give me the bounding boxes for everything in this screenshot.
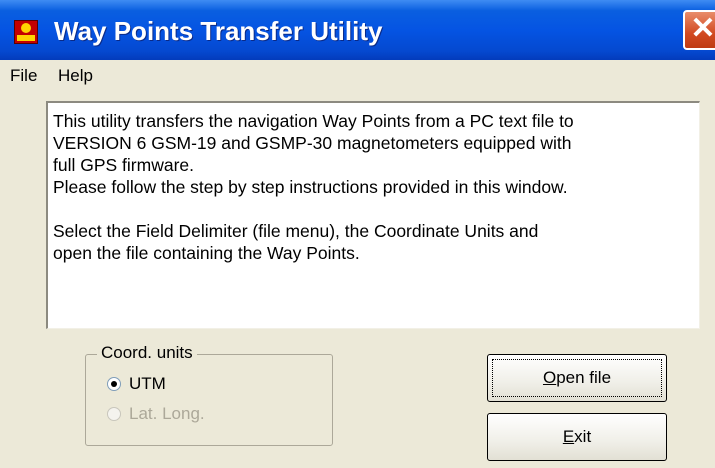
radio-utm-label[interactable]: UTM (129, 374, 166, 394)
title-bar[interactable]: Way Points Transfer Utility ✕ (0, 0, 715, 60)
mnemonic-o: O (542, 368, 557, 387)
menu-file[interactable]: File (10, 66, 37, 86)
info-line: open the file containing the Way Points. (53, 243, 360, 263)
open-file-label: Open file (488, 368, 666, 388)
app-icon[interactable] (14, 20, 38, 44)
info-line: VERSION 6 GSM-19 and GSMP-30 magnetomete… (53, 133, 572, 153)
instructions-text-box[interactable]: This utility transfers the navigation Wa… (46, 101, 700, 329)
menu-help[interactable]: Help (58, 66, 93, 86)
radio-unselected-icon[interactable] (107, 407, 121, 421)
info-line: Please follow the step by step instructi… (53, 177, 568, 197)
close-icon[interactable]: ✕ (683, 10, 715, 50)
radio-selected-icon[interactable] (107, 377, 121, 391)
open-file-button[interactable]: Open file (487, 354, 667, 402)
window-title: Way Points Transfer Utility (54, 16, 383, 46)
main-window: Way Points Transfer Utility ✕ File Help … (0, 0, 715, 468)
info-line: This utility transfers the navigation Wa… (53, 111, 574, 131)
radio-lat-long-label[interactable]: Lat. Long. (129, 404, 205, 424)
info-line: full GPS firmware. (53, 155, 194, 175)
exit-rest: xit (574, 427, 592, 446)
mnemonic-e: E (562, 427, 575, 446)
open-file-rest: pen file (556, 368, 612, 387)
info-line (53, 198, 699, 220)
exit-button[interactable]: Exit (487, 413, 667, 461)
info-line: Select the Field Delimiter (file menu), … (53, 221, 539, 241)
coord-units-group (85, 354, 333, 446)
menu-bar: File Help (0, 60, 715, 92)
coord-units-label: Coord. units (97, 343, 197, 363)
exit-label: Exit (488, 427, 666, 447)
